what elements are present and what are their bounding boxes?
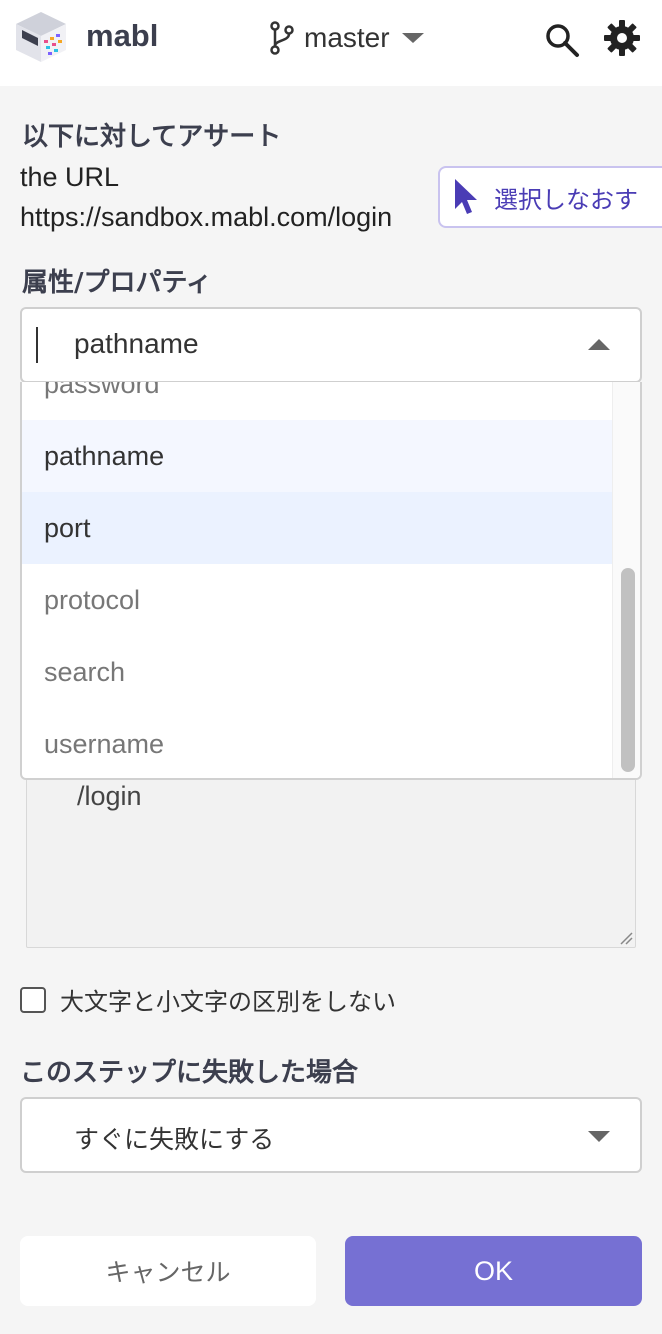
- search-icon[interactable]: [544, 22, 580, 58]
- case-insensitive-label: 大文字と小文字の区別をしない: [60, 988, 396, 1016]
- gear-icon[interactable]: [602, 18, 642, 58]
- branch-selector[interactable]: master: [268, 18, 424, 58]
- property-select-value: pathname: [74, 328, 199, 359]
- option-pathname[interactable]: pathname: [22, 420, 612, 492]
- branch-name: master: [304, 22, 390, 53]
- cancel-button[interactable]: キャンセル: [20, 1236, 316, 1306]
- text-cursor: [36, 327, 38, 363]
- property-options-list[interactable]: password pathname port protocol search u…: [20, 382, 642, 780]
- property-heading: 属性/プロパティ: [22, 268, 212, 298]
- property-select[interactable]: pathname: [20, 307, 642, 383]
- option-password[interactable]: password: [22, 382, 612, 420]
- chevron-up-icon[interactable]: [588, 339, 610, 350]
- ok-button[interactable]: OK: [345, 1236, 642, 1306]
- scrollbar[interactable]: [612, 382, 640, 778]
- top-bar: mabl master: [0, 0, 662, 86]
- on-failure-select-value: すぐに失敗にする: [74, 1125, 275, 1154]
- reselect-label: 選択しなおす: [494, 185, 638, 214]
- cursor-icon: [455, 179, 477, 214]
- reselect-button[interactable]: 選択しなおす: [438, 166, 662, 228]
- expected-value-text: /login: [77, 781, 142, 811]
- scrollbar-thumb[interactable]: [621, 568, 635, 772]
- mabl-logo-icon: [16, 12, 66, 62]
- case-insensitive-checkbox[interactable]: [20, 986, 46, 1013]
- option-protocol[interactable]: protocol: [22, 564, 612, 636]
- chevron-down-icon: [401, 33, 424, 43]
- expected-value-textarea[interactable]: /login: [26, 760, 636, 948]
- option-search[interactable]: search: [22, 636, 612, 708]
- case-insensitive-row[interactable]: 大文字と小文字の区別をしない: [20, 982, 396, 1017]
- git-branch-icon: [270, 21, 294, 55]
- on-failure-heading: このステップに失敗した場合: [20, 1058, 359, 1088]
- on-failure-select[interactable]: すぐに失敗にする: [20, 1097, 642, 1173]
- app-name: mabl: [86, 18, 159, 53]
- chevron-down-icon[interactable]: [588, 1131, 610, 1142]
- target-type: the URL: [20, 162, 120, 192]
- target-url: https://sandbox.mabl.com/login: [20, 202, 393, 232]
- option-username[interactable]: username: [22, 708, 612, 778]
- assert-target-heading: 以下に対してアサート: [22, 122, 282, 152]
- option-port[interactable]: port: [22, 492, 612, 564]
- resize-grip-icon[interactable]: [619, 931, 633, 945]
